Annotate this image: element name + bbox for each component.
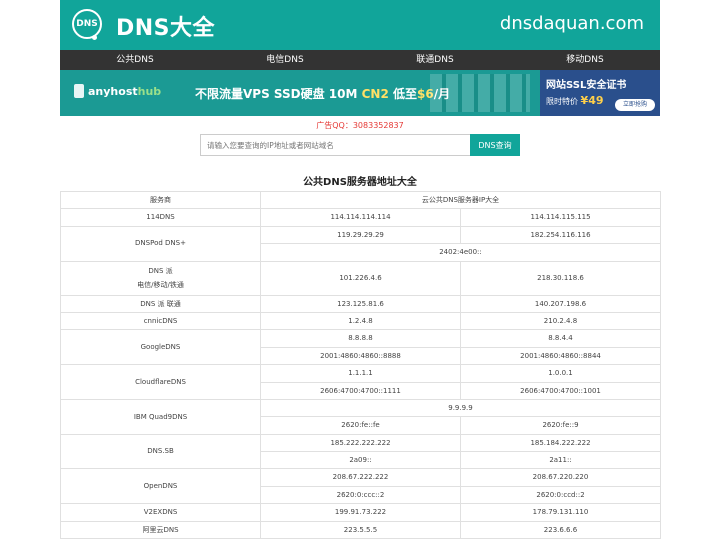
dns-query-button[interactable]: DNS查询 [470, 134, 520, 156]
table-row: DNS 派 联通 123.125.81.6 140.207.198.6 [60, 294, 662, 313]
nav-item-mobile-dns[interactable]: 移动DNS [510, 50, 660, 70]
table-row: DNS.SB 185.222.222.222 185.184.222.222 [60, 433, 662, 470]
search-input[interactable] [200, 134, 470, 156]
table-row: cnnicDNS 1.2.4.8 210.2.4.8 [60, 311, 662, 331]
dns-ip: 114.114.114.114 [260, 208, 461, 227]
ssl-ad-title: 网站SSL安全证书 [546, 80, 627, 91]
site-brand[interactable]: DNS大全 [116, 10, 215, 42]
provider-name-line2: 电信/移动/铁通 [137, 281, 184, 290]
dns-ip: 185.184.222.222 [459, 433, 662, 453]
main-nav: 公共DNS 电信DNS 联通DNS 移动DNS [60, 50, 660, 70]
dns-ipv6: 2001:4860:4860::8844 [459, 346, 662, 366]
nav-item-public-dns[interactable]: 公共DNS [60, 50, 210, 70]
header-ip: 云公共DNS服务器IP大全 [259, 190, 662, 210]
dns-ip: 178.79.131.110 [459, 503, 662, 522]
dns-ip: 123.125.81.6 [260, 294, 461, 313]
dns-ip: 208.67.222.222 [260, 468, 461, 487]
table-row: DNS 派 电信/移动/铁通 101.226.4.6 218.30.118.6 [60, 260, 662, 296]
ad-slogan-a: 不限流量VPS SSD硬盘 10M [195, 87, 362, 101]
dns-ip: 1.0.0.1 [459, 364, 662, 383]
ad-brand-b: hub [137, 85, 162, 98]
header-provider: 服务商 [60, 190, 261, 210]
ssl-buy-button[interactable]: 立即抢购 [615, 99, 655, 111]
dns-ipv6: 2402:4e00:: [259, 243, 662, 262]
dns-ip: 8.8.8.8 [260, 329, 461, 348]
dns-ipv6: 2620:fe::fe [260, 416, 461, 435]
ad-brand: anyhosthub [88, 85, 161, 98]
provider-name: DNS 派 电信/移动/铁通 [60, 260, 261, 296]
dns-ipv6: 2001:4860:4860::8888 [260, 346, 461, 366]
ad-brand-a: anyhost [88, 85, 138, 98]
dns-ipv6: 2606:4700:4700::1001 [459, 381, 662, 400]
provider-name: cnnicDNS [60, 311, 261, 331]
provider-name: V2EXDNS [60, 503, 261, 522]
search-bar: DNS查询 [200, 134, 520, 156]
dns-ipv6: 2a11:: [459, 451, 662, 470]
dns-ip: 218.30.118.6 [459, 260, 662, 296]
ad-slogan-b: CN2 [361, 87, 389, 101]
dns-ipv6: 2620:0:ccd::2 [459, 485, 662, 505]
table-row: IBM Quad9DNS 9.9.9.9 [60, 398, 662, 435]
dns-ip: 101.226.4.6 [260, 260, 461, 296]
logo-text: DNS [76, 19, 98, 29]
table-row: 阿里云DNS 223.5.5.5 223.6.6.6 [60, 520, 662, 540]
table-row: GoogleDNS 8.8.8.8 8.8.4.4 [60, 329, 662, 366]
dns-ip: 8.8.4.4 [459, 329, 662, 348]
table-header-row: 服务商 云公共DNS服务器IP大全 [60, 190, 662, 210]
provider-name: OpenDNS [60, 468, 261, 505]
server-rack-image [430, 74, 530, 112]
table-row: V2EXDNS 199.91.73.222 178.79.131.110 [60, 503, 662, 522]
provider-name: IBM Quad9DNS [60, 398, 261, 435]
ad-banner[interactable]: anyhosthub 不限流量VPS SSD硬盘 10M CN2 低至$6/月 … [60, 70, 660, 116]
site-header: DNS DNS大全 dnsdaquan.com [60, 0, 660, 50]
provider-name: 阿里云DNS [60, 520, 261, 540]
dns-ip: 9.9.9.9 [259, 398, 662, 418]
dns-ip: 114.114.115.115 [459, 208, 662, 227]
table-row: CloudflareDNS 1.1.1.1 1.0.0.1 [60, 364, 662, 400]
dns-ip: 182.254.116.116 [459, 225, 662, 245]
provider-name: GoogleDNS [60, 329, 261, 366]
provider-name: DNSPod DNS+ [60, 225, 261, 262]
site-domain: dnsdaquan.com [499, 13, 644, 34]
provider-name: CloudflareDNS [60, 364, 261, 400]
dns-ipv6: 2606:4700:4700::1111 [260, 381, 461, 400]
table-row: 114DNS 114.114.114.114 114.114.115.115 [60, 208, 662, 227]
ssl-ad[interactable]: 网站SSL安全证书 限时特价 ¥49 立即抢购 [540, 70, 660, 116]
anyhosthub-logo-icon [74, 84, 84, 98]
ssl-ad-price: 限时特价 ¥49 [546, 94, 604, 107]
dns-ipv6: 2a09:: [260, 451, 461, 470]
dns-ip: 223.5.5.5 [260, 520, 461, 540]
nav-item-unicom-dns[interactable]: 联通DNS [360, 50, 510, 70]
dns-ip: 1.2.4.8 [260, 311, 461, 331]
table-title: 公共DNS服务器地址大全 [303, 177, 417, 188]
provider-name: 114DNS [60, 208, 261, 227]
dns-ip: 199.91.73.222 [260, 503, 461, 522]
dns-table: 服务商 云公共DNS服务器IP大全 114DNS 114.114.114.114… [60, 190, 662, 540]
dns-ipv6: 2620:fe::9 [459, 416, 662, 435]
dns-ip: 119.29.29.29 [260, 225, 461, 245]
dns-ip: 223.6.6.6 [459, 520, 662, 540]
logo-icon[interactable]: DNS [72, 9, 102, 40]
dns-ip: 208.67.220.220 [459, 468, 662, 487]
table-row: DNSPod DNS+ 119.29.29.29 182.254.116.116 [60, 225, 662, 262]
table-row: OpenDNS 208.67.222.222 208.67.220.220 [60, 468, 662, 505]
ad-slogan-c: 低至 [388, 87, 417, 101]
dns-ip: 210.2.4.8 [459, 311, 662, 331]
provider-name: DNS.SB [60, 433, 261, 470]
provider-name: DNS 派 联通 [60, 294, 261, 313]
dns-ip: 1.1.1.1 [260, 364, 461, 383]
ssl-price-value: ¥49 [580, 94, 604, 107]
ssl-price-label: 限时特价 [546, 97, 578, 106]
provider-name-line1: DNS 派 [148, 267, 173, 276]
dns-ip: 140.207.198.6 [459, 294, 662, 313]
ad-contact-qq: 广告QQ：3083352837 [316, 121, 404, 130]
dns-ip: 185.222.222.222 [260, 433, 461, 453]
ad-slogan: 不限流量VPS SSD硬盘 10M CN2 低至$6/月 [195, 85, 450, 102]
nav-item-telecom-dns[interactable]: 电信DNS [210, 50, 360, 70]
dns-ipv6: 2620:0:ccc::2 [260, 485, 461, 505]
